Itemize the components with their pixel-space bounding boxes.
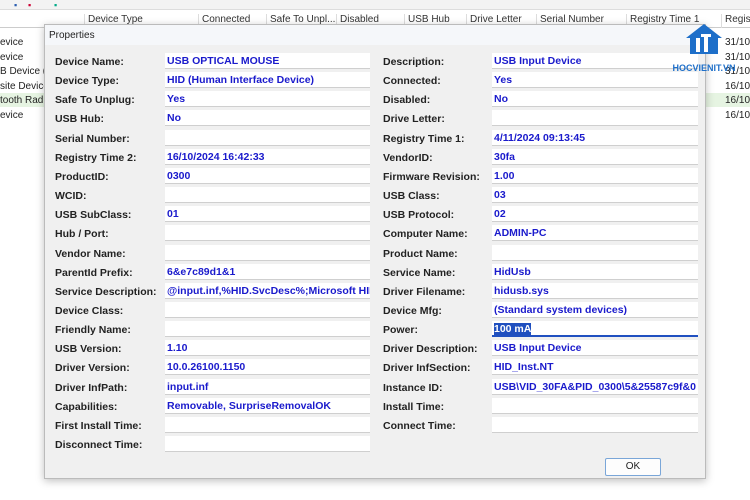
field-label: VendorID: xyxy=(383,151,433,164)
field-value[interactable]: Yes xyxy=(492,72,698,89)
field-label: Power: xyxy=(383,324,419,337)
field-label: Device Name: xyxy=(55,56,124,68)
list-item-registry: 16/10/ xyxy=(725,81,750,92)
field-value[interactable] xyxy=(492,416,698,433)
field-value[interactable]: 100 mA xyxy=(492,321,698,338)
toolbar: ▪ ▪ ▪ xyxy=(0,0,750,10)
field-value[interactable]: (Standard system devices) xyxy=(492,301,698,318)
list-item[interactable]: evice xyxy=(0,110,23,121)
field-value[interactable] xyxy=(165,129,370,146)
field-value[interactable]: @input.inf,%HID.SvcDesc%;Microsoft HID xyxy=(165,282,370,299)
field-label: WCID: xyxy=(55,190,87,203)
field-label: Drive Letter: xyxy=(383,113,445,126)
field-label: First Install Time: xyxy=(55,419,142,432)
field-value[interactable] xyxy=(492,244,698,261)
house-icon xyxy=(686,24,722,54)
field-label: Driver Version: xyxy=(55,362,130,375)
field-value[interactable]: 1.00 xyxy=(492,167,698,184)
properties-dialog: Properties Device Name: USB OPTICAL MOUSE… xyxy=(44,24,706,479)
field-value[interactable] xyxy=(165,187,370,204)
field-label: Driver Filename: xyxy=(383,285,466,298)
field-label: Capabilities: xyxy=(55,400,118,413)
field-value[interactable]: 02 xyxy=(492,206,698,223)
list-item[interactable]: evice xyxy=(0,37,23,48)
list-item[interactable]: evice xyxy=(0,52,23,63)
field-value[interactable] xyxy=(492,110,698,127)
field-label: USB Protocol: xyxy=(383,209,455,222)
field-label: Registry Time 1: xyxy=(383,132,465,145)
field-label: USB Version: xyxy=(55,343,122,356)
field-label: ParentId Prefix: xyxy=(55,266,133,279)
field-label: Hub / Port: xyxy=(55,228,109,241)
field-label: USB Hub: xyxy=(55,113,104,126)
field-value[interactable]: 01 xyxy=(165,206,370,223)
field-label: ProductID: xyxy=(55,170,109,183)
field-value[interactable]: 03 xyxy=(492,187,698,204)
field-label: Device Type: xyxy=(55,75,119,88)
field-value[interactable]: input.inf xyxy=(165,378,370,395)
list-item-registry: 16/10/ xyxy=(725,95,750,106)
field-label: Service Name: xyxy=(383,266,456,279)
dialog-title: Properties xyxy=(45,25,705,45)
field-value[interactable]: 4/11/2024 09:13:45 xyxy=(492,129,698,146)
field-label: Firmware Revision: xyxy=(383,170,480,183)
field-value[interactable] xyxy=(492,397,698,414)
toolbar-icon[interactable]: ▪ xyxy=(54,0,57,10)
field-value[interactable] xyxy=(165,321,370,338)
field-value[interactable] xyxy=(165,416,370,433)
field-value[interactable]: Yes xyxy=(165,91,370,108)
field-value[interactable]: 30fa xyxy=(492,148,698,165)
field-value[interactable]: USB OPTICAL MOUSE xyxy=(165,53,370,69)
field-label: Driver InfSection: xyxy=(383,362,471,375)
field-label: Registry Time 2: xyxy=(55,151,137,164)
field-value[interactable]: ADMIN-PC xyxy=(492,225,698,242)
selected-text: 100 mA xyxy=(494,323,532,336)
field-label: Connect Time: xyxy=(383,419,456,432)
field-value[interactable]: Removable, SurpriseRemovalOK xyxy=(165,397,370,414)
watermark-text: HOCVIENIT.VN xyxy=(672,63,736,73)
field-label: Serial Number: xyxy=(55,132,130,145)
field-label: Device Mfg: xyxy=(383,304,442,317)
field-label: Safe To Unplug: xyxy=(55,94,135,107)
field-label: Friendly Name: xyxy=(55,324,131,337)
field-value[interactable]: USB Input Device xyxy=(492,340,698,357)
field-value[interactable] xyxy=(165,244,370,261)
field-label: Install Time: xyxy=(383,400,445,413)
list-item-registry: 16/10/ xyxy=(725,110,750,121)
field-label: Service Description: xyxy=(55,285,157,298)
field-label: USB SubClass: xyxy=(55,209,132,222)
field-value[interactable]: 0300 xyxy=(165,167,370,184)
field-label: Product Name: xyxy=(383,247,458,260)
field-value[interactable]: HID (Human Interface Device) xyxy=(165,72,370,89)
toolbar-icon[interactable]: ▪ xyxy=(28,0,31,10)
field-label: Driver Description: xyxy=(383,343,478,356)
field-label: Description: xyxy=(383,56,445,68)
field-label: Disabled: xyxy=(383,94,431,107)
field-label: Device Class: xyxy=(55,304,124,317)
ok-button[interactable]: OK xyxy=(605,458,661,476)
toolbar-icon[interactable]: ▪ xyxy=(14,0,17,10)
field-value[interactable]: HidUsb xyxy=(492,263,698,280)
field-value[interactable]: 6&e7c89d1&1 xyxy=(165,263,370,280)
list-item[interactable]: site Device xyxy=(0,81,49,92)
field-value[interactable]: hidusb.sys xyxy=(492,282,698,299)
field-value[interactable]: 16/10/2024 16:42:33 xyxy=(165,148,370,165)
field-label: Instance ID: xyxy=(383,381,443,394)
field-label: Driver InfPath: xyxy=(55,381,128,394)
field-value[interactable] xyxy=(165,436,370,452)
field-label: Computer Name: xyxy=(383,228,468,241)
field-value[interactable]: No xyxy=(492,91,698,108)
field-value[interactable]: No xyxy=(165,110,370,127)
field-value[interactable]: USB\VID_30FA&PID_0300\5&25587c9f&0 xyxy=(492,378,698,395)
field-value[interactable]: 1.10 xyxy=(165,340,370,357)
watermark-logo: HOCVIENIT.VN xyxy=(664,22,744,73)
field-value[interactable]: HID_Inst.NT xyxy=(492,359,698,376)
field-value[interactable]: 10.0.26100.1150 xyxy=(165,359,370,376)
field-label: USB Class: xyxy=(383,190,440,203)
field-value[interactable] xyxy=(165,225,370,242)
field-label: Vendor Name: xyxy=(55,247,126,260)
field-value[interactable] xyxy=(165,301,370,318)
field-label: Connected: xyxy=(383,75,441,88)
field-label: Disconnect Time: xyxy=(55,439,143,451)
